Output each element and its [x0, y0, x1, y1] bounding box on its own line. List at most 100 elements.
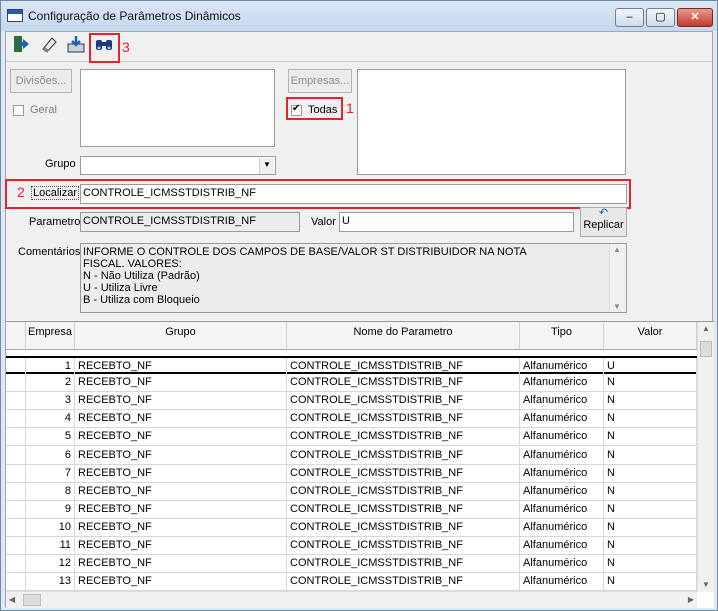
divisoes-list[interactable]: [80, 69, 275, 147]
divisoes-button[interactable]: Divisões...: [10, 69, 72, 93]
table-cell[interactable]: RECEBTO_NF: [75, 446, 287, 465]
table-cell[interactable]: Alfanumérico: [520, 374, 604, 393]
table-row[interactable]: 1 RECEBTO_NF CONTROLE_ICMSSTDISTRIB_NF Alfa…: [6, 356, 697, 376]
table-cell[interactable]: CONTROLE_ICMSSTDISTRIB_NF: [287, 374, 520, 393]
column-header-grupo[interactable]: Grupo: [75, 322, 287, 350]
table-cell[interactable]: N: [604, 500, 697, 519]
table-row[interactable]: 3 RECEBTO_NF CONTROLE_ICMSSTDISTRIB_NF Alfa…: [6, 392, 697, 411]
row-indicator[interactable]: [6, 374, 26, 393]
table-cell[interactable]: Alfanumérico: [520, 428, 604, 447]
table-cell[interactable]: N: [604, 537, 697, 555]
minimize-button[interactable]: ‒: [615, 8, 644, 27]
grupo-combobox[interactable]: ▼: [80, 156, 276, 175]
table-cell[interactable]: Alfanumérico: [520, 500, 604, 519]
table-cell[interactable]: CONTROLE_ICMSSTDISTRIB_NF: [287, 392, 520, 411]
empresas-list[interactable]: [357, 69, 626, 175]
grid-vertical-scrollbar[interactable]: ▲ ▼: [697, 322, 714, 592]
table-cell[interactable]: Alfanumérico: [520, 410, 604, 429]
grid-horizontal-scrollbar[interactable]: ◀ ▶: [6, 591, 697, 608]
table-cell[interactable]: Alfanumérico: [520, 573, 604, 592]
table-row[interactable]: 9 RECEBTO_NF CONTROLE_ICMSSTDISTRIB_NF Alfa…: [6, 500, 697, 519]
row-indicator[interactable]: [6, 464, 26, 483]
table-cell[interactable]: CONTROLE_ICMSSTDISTRIB_NF: [287, 446, 520, 465]
row-indicator[interactable]: [6, 500, 26, 519]
table-cell[interactable]: Alfanumérico: [520, 446, 604, 465]
table-cell[interactable]: Alfanumérico: [520, 555, 604, 574]
scroll-right-icon[interactable]: ▶: [688, 595, 694, 604]
table-cell[interactable]: 6: [26, 446, 75, 465]
table-cell[interactable]: 7: [26, 464, 75, 483]
table-row[interactable]: 11 RECEBTO_NF CONTROLE_ICMSSTDISTRIB_NF Alf…: [6, 537, 697, 555]
table-row[interactable]: 4 RECEBTO_NF CONTROLE_ICMSSTDISTRIB_NF Alfa…: [6, 410, 697, 429]
table-cell[interactable]: RECEBTO_NF: [75, 410, 287, 429]
row-indicator[interactable]: [6, 392, 26, 411]
close-button[interactable]: ✕: [677, 8, 713, 27]
table-cell[interactable]: Alfanumérico: [520, 537, 604, 555]
row-indicator[interactable]: [6, 518, 26, 537]
table-cell[interactable]: RECEBTO_NF: [75, 518, 287, 537]
table-cell[interactable]: N: [604, 428, 697, 447]
table-cell[interactable]: N: [604, 374, 697, 393]
table-cell[interactable]: N: [604, 446, 697, 465]
table-row[interactable]: 8 RECEBTO_NF CONTROLE_ICMSSTDISTRIB_NF Alfa…: [6, 482, 697, 501]
scroll-thumb[interactable]: [23, 594, 41, 606]
row-indicator[interactable]: [6, 537, 26, 555]
table-cell[interactable]: RECEBTO_NF: [75, 428, 287, 447]
save-download-icon[interactable]: [63, 34, 89, 60]
table-cell[interactable]: N: [604, 392, 697, 411]
scroll-thumb[interactable]: [700, 341, 712, 357]
row-indicator[interactable]: [6, 555, 26, 574]
table-cell[interactable]: Alfanumérico: [520, 392, 604, 411]
table-cell[interactable]: CONTROLE_ICMSSTDISTRIB_NF: [287, 482, 520, 501]
table-cell[interactable]: RECEBTO_NF: [75, 500, 287, 519]
table-cell[interactable]: RECEBTO_NF: [75, 537, 287, 555]
table-cell[interactable]: CONTROLE_ICMSSTDISTRIB_NF: [287, 464, 520, 483]
table-cell[interactable]: RECEBTO_NF: [75, 392, 287, 411]
table-cell[interactable]: 2: [26, 374, 75, 393]
table-cell[interactable]: RECEBTO_NF: [75, 555, 287, 574]
table-cell[interactable]: N: [604, 518, 697, 537]
table-cell[interactable]: CONTROLE_ICMSSTDISTRIB_NF: [287, 428, 520, 447]
table-row[interactable]: 5 RECEBTO_NF CONTROLE_ICMSSTDISTRIB_NF Alfa…: [6, 428, 697, 447]
table-cell[interactable]: N: [604, 555, 697, 574]
row-indicator[interactable]: [6, 573, 26, 592]
table-cell[interactable]: Alfanumérico: [520, 464, 604, 483]
table-cell[interactable]: CONTROLE_ICMSSTDISTRIB_NF: [287, 573, 520, 592]
scroll-down-icon[interactable]: ▼: [613, 302, 621, 311]
table-cell[interactable]: Alfanumérico: [520, 482, 604, 501]
table-cell[interactable]: N: [604, 410, 697, 429]
table-cell[interactable]: CONTROLE_ICMSSTDISTRIB_NF: [287, 518, 520, 537]
table-cell[interactable]: 13: [26, 573, 75, 592]
scroll-down-icon[interactable]: ▼: [702, 580, 710, 589]
column-header-nome-parametro[interactable]: Nome do Parametro: [287, 322, 520, 350]
localizar-input[interactable]: CONTROLE_ICMSSTDISTRIB_NF: [80, 184, 627, 204]
table-cell[interactable]: 4: [26, 410, 75, 429]
table-row[interactable]: 13 RECEBTO_NF CONTROLE_ICMSSTDISTRIB_NF Alf…: [6, 573, 697, 592]
table-row[interactable]: 6 RECEBTO_NF CONTROLE_ICMSSTDISTRIB_NF Alfa…: [6, 446, 697, 465]
table-cell[interactable]: 11: [26, 537, 75, 555]
column-header-empresa[interactable]: Empresa: [26, 322, 75, 350]
comentarios-memo[interactable]: INFORME O CONTROLE DOS CAMPOS DE BASE/VA…: [80, 243, 627, 313]
chevron-down-icon[interactable]: ▼: [259, 158, 274, 174]
table-cell[interactable]: 3: [26, 392, 75, 411]
table-cell[interactable]: CONTROLE_ICMSSTDISTRIB_NF: [287, 500, 520, 519]
table-cell[interactable]: N: [604, 482, 697, 501]
table-cell[interactable]: 10: [26, 518, 75, 537]
scroll-up-icon[interactable]: ▲: [702, 324, 710, 333]
column-header-valor[interactable]: Valor: [604, 322, 697, 350]
row-indicator[interactable]: [6, 410, 26, 429]
replicar-button[interactable]: ↶ Replicar: [580, 207, 627, 237]
table-cell[interactable]: RECEBTO_NF: [75, 464, 287, 483]
scroll-left-icon[interactable]: ◀: [9, 595, 15, 604]
memo-scrollbar[interactable]: ▲ ▼: [609, 244, 626, 312]
table-row[interactable]: 7 RECEBTO_NF CONTROLE_ICMSSTDISTRIB_NF Alfa…: [6, 464, 697, 483]
eraser-icon[interactable]: [36, 34, 62, 60]
row-indicator[interactable]: [6, 482, 26, 501]
table-cell[interactable]: CONTROLE_ICMSSTDISTRIB_NF: [287, 410, 520, 429]
table-cell[interactable]: 12: [26, 555, 75, 574]
exit-icon[interactable]: [8, 34, 34, 60]
table-cell[interactable]: CONTROLE_ICMSSTDISTRIB_NF: [287, 537, 520, 555]
table-cell[interactable]: RECEBTO_NF: [75, 374, 287, 393]
table-row[interactable]: 10 RECEBTO_NF CONTROLE_ICMSSTDISTRIB_NF Alf…: [6, 518, 697, 537]
table-cell[interactable]: CONTROLE_ICMSSTDISTRIB_NF: [287, 555, 520, 574]
